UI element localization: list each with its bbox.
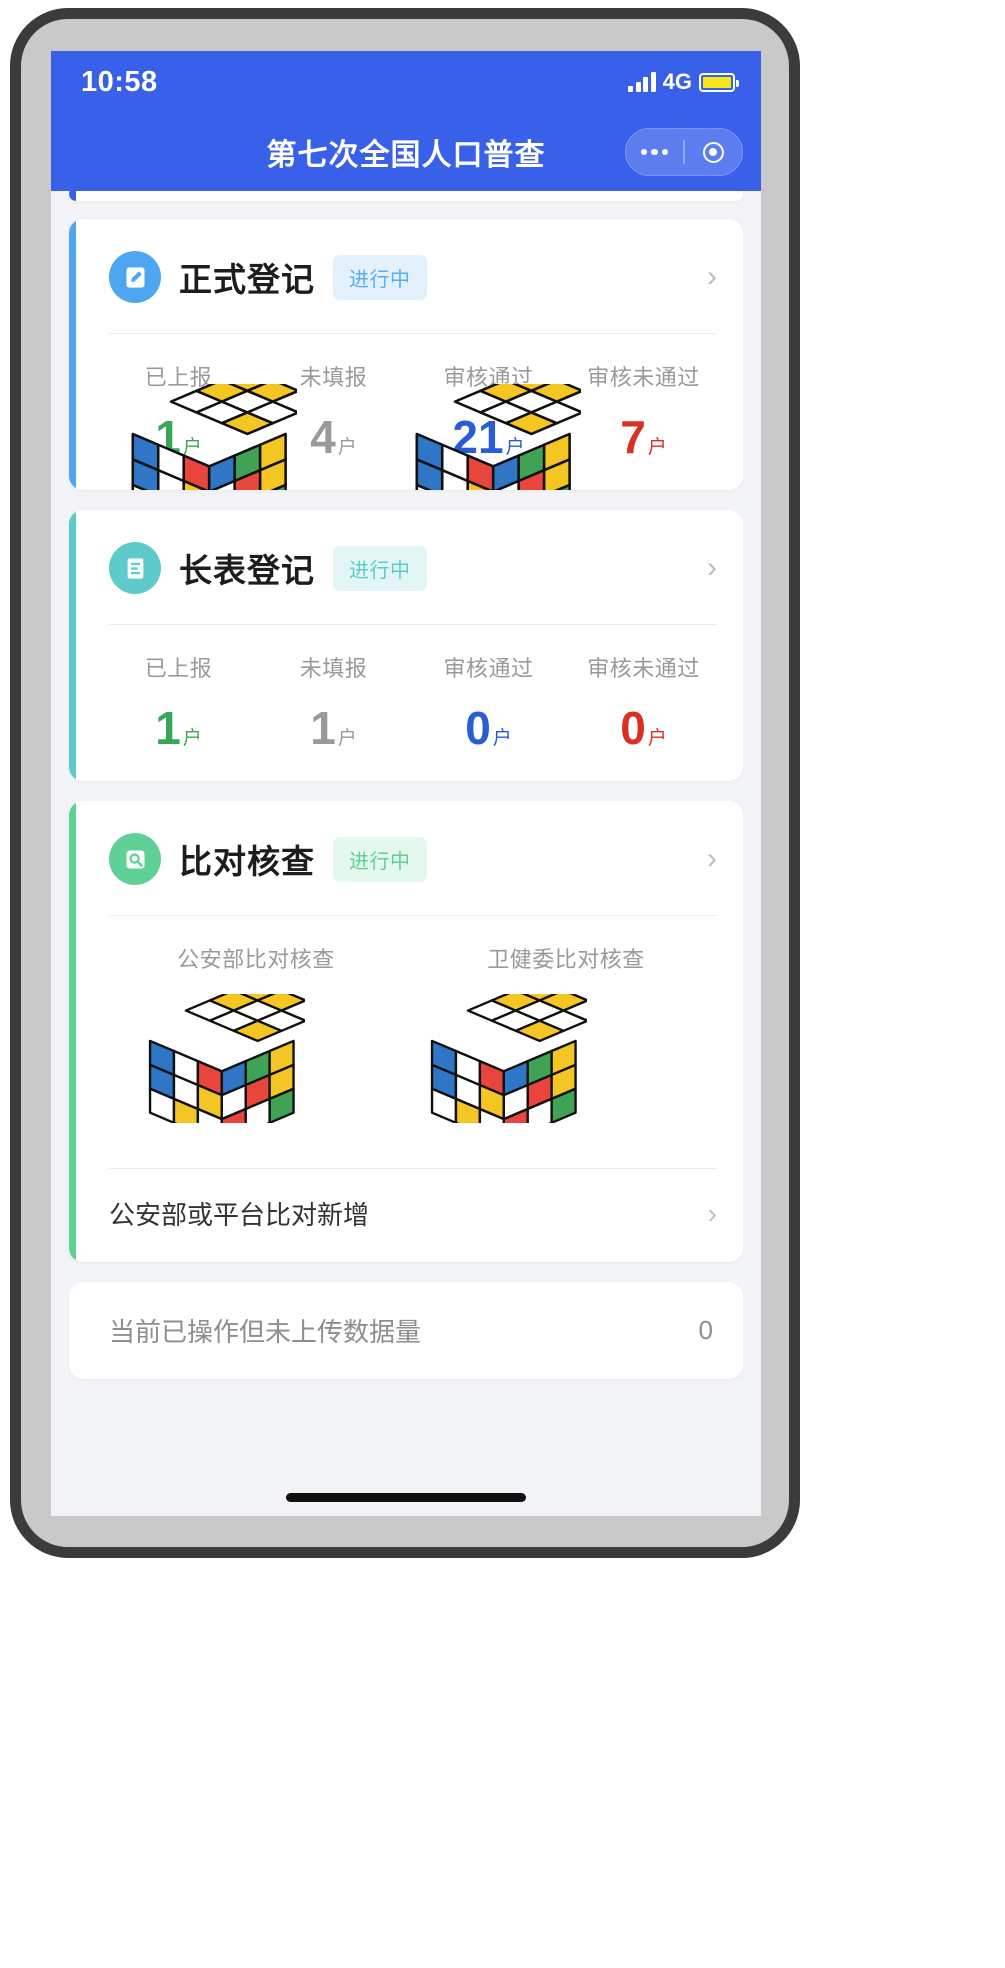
network-type-label: 4G [662, 69, 692, 94]
stat-label: 未填报 [299, 365, 368, 390]
card-accent-bar [69, 191, 76, 201]
pending-upload-label: 当前已操作但未上传数据量 [109, 1317, 422, 1347]
stat-item: 已上报 1 户 [101, 360, 256, 460]
content-scroll-area[interactable]: 正式登记 进行中 › 已上报 1 户未填报 4 户审核通过 21 户审核未通过 7 户长表登记 进行中 ›… [51, 191, 761, 1516]
home-indicator [286, 1493, 526, 1502]
card-comparison-check[interactable]: 比对核查 进行中 › 公安部比对核查 卫健委比对核查公安部或平台比对新增 › [69, 801, 743, 1262]
card-header[interactable]: 长表登记 进行中 › [69, 510, 743, 624]
edit-document-icon [109, 251, 161, 303]
status-bar: 10:58 4G [51, 51, 761, 113]
card-partial-top[interactable] [69, 191, 743, 201]
miniprogram-capsule[interactable] [625, 128, 743, 176]
page-title: 第七次全国人口普查 [266, 139, 546, 172]
list-document-icon [109, 542, 161, 594]
stat-label: 已上报 [144, 365, 213, 390]
stat-item: 审核通过 21 户 [411, 360, 566, 460]
signal-bars-icon [628, 72, 656, 92]
stat-label: 未填报 [299, 656, 368, 681]
pending-upload-row[interactable]: 当前已操作但未上传数据量 0 [69, 1282, 743, 1379]
stat-label: 公安部比对核查 [177, 947, 335, 972]
card-header[interactable]: 正式登记 进行中 › [69, 219, 743, 333]
stat-item: 审核通过 0 户 [411, 651, 566, 751]
card-header[interactable]: 比对核查 进行中 › [69, 801, 743, 915]
card-stats-row: 公安部比对核查 卫健委比对核查 [69, 916, 743, 1145]
chevron-right-icon[interactable]: › [708, 1199, 717, 1228]
stat-item: 已上报 1 户 [101, 651, 256, 751]
stat-item: 未填报 1 户 [256, 651, 411, 751]
status-badge: 进行中 [333, 254, 427, 300]
pending-upload-value: 0 [698, 1315, 713, 1345]
card-title: 长表登记 [179, 552, 315, 589]
nav-bar: 第七次全国人口普查 [51, 113, 761, 191]
card-stats-row: 已上报 1 户 未填报 4 户 审核通过 21 户 审核未通过 7 户 [69, 334, 743, 490]
card-title: 比对核查 [179, 843, 315, 880]
stat-label: 已上报 [144, 656, 213, 681]
stat-value: 1户 [155, 411, 202, 463]
card-stats-row: 已上报 1 户 未填报 1 户 审核通过 0 户 审核未通过 0 户 [69, 625, 743, 781]
stat-value: 4户 [310, 411, 357, 463]
card-long-form-registration[interactable]: 长表登记 进行中 › 已上报 1 户 未填报 1 户 审核通过 0 户 审核未通过 0 户 [69, 510, 743, 781]
chevron-right-icon[interactable]: › [707, 553, 717, 583]
stat-item: 审核未通过 0 户 [566, 651, 721, 751]
stat-label: 审核未通过 [587, 656, 700, 681]
chevron-right-icon[interactable]: › [707, 844, 717, 874]
stat-value: 0户 [620, 702, 667, 754]
comparison-added-label: 公安部或平台比对新增 [109, 1200, 370, 1230]
battery-icon [699, 72, 739, 92]
stat-label: 卫健委比对核查 [487, 947, 645, 972]
target-circle-icon [702, 141, 724, 163]
card-title: 正式登记 [179, 261, 315, 298]
phone-screen: 10:58 4G 第七次全国人口普查 正式登记 进行中 › 已上报 1 户 未填… [51, 51, 761, 1516]
phone-frame: 10:58 4G 第七次全国人口普查 正式登记 进行中 › 已上报 1 户 未填… [10, 8, 800, 1558]
stat-item: 卫健委比对核查 [411, 942, 721, 1042]
cards-container: 正式登记 进行中 › 已上报 1 户未填报 4 户审核通过 21 户审核未通过 7 户长表登记 进行中 ›… [69, 219, 743, 1262]
stat-item: 未填报 4 户 [256, 360, 411, 460]
comparison-added-row[interactable]: 公安部或平台比对新增 › [69, 1169, 743, 1262]
stat-label: 审核通过 [443, 365, 534, 390]
more-dots-icon [640, 148, 669, 156]
status-badge: 进行中 [333, 545, 427, 591]
search-square-icon [109, 833, 161, 885]
card-formal-registration[interactable]: 正式登记 进行中 › 已上报 1 户 未填报 4 户 审核通过 21 户 审核未通过 7 户 [69, 219, 743, 490]
stat-item: 公安部比对核查 [101, 942, 411, 1042]
stat-value: 0户 [465, 702, 512, 754]
status-indicators: 4G [628, 69, 739, 95]
status-time: 10:58 [81, 65, 158, 98]
stat-label: 审核未通过 [587, 365, 700, 390]
stat-value: 1户 [155, 702, 202, 754]
stat-value: 7户 [620, 411, 667, 463]
chevron-right-icon[interactable]: › [707, 262, 717, 292]
card-pending-upload[interactable]: 当前已操作但未上传数据量 0 [69, 1282, 743, 1379]
more-menu-button[interactable] [626, 148, 683, 156]
stat-value: 1户 [310, 702, 357, 754]
stat-item: 审核未通过 7 户 [566, 360, 721, 460]
close-miniprogram-button[interactable] [685, 141, 742, 163]
stat-label: 审核通过 [443, 656, 534, 681]
status-badge: 进行中 [333, 836, 427, 882]
stat-value: 21 户 [452, 411, 525, 463]
